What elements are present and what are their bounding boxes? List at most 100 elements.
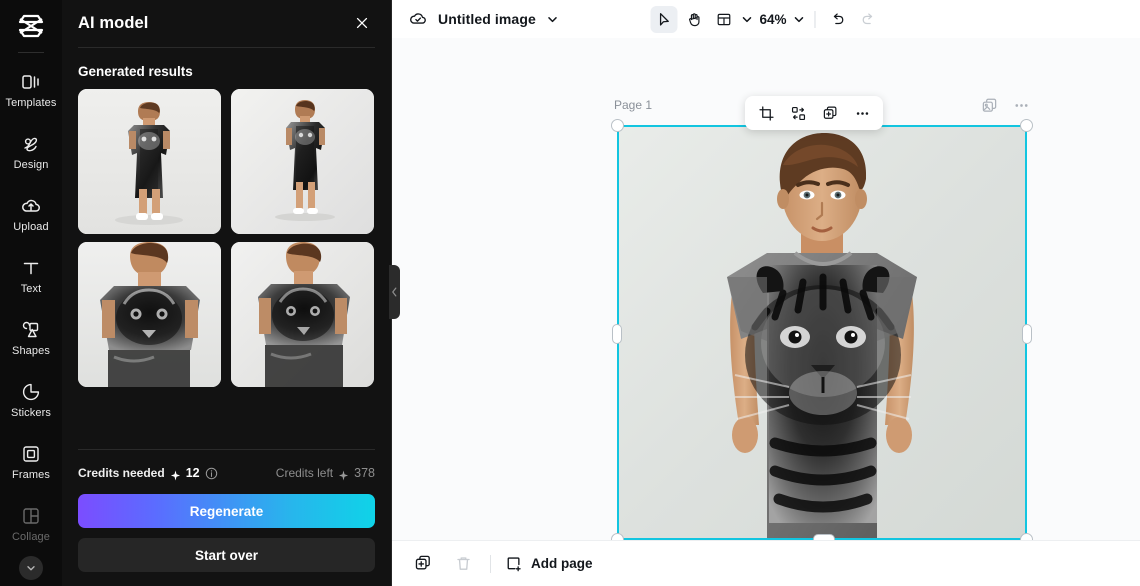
chevron-down-icon — [742, 16, 752, 22]
image-more-button[interactable] — [847, 99, 877, 127]
sidebar-item-upload[interactable]: Upload — [0, 183, 62, 245]
resize-handle-bottom[interactable] — [813, 534, 835, 540]
add-page-icon — [507, 556, 521, 571]
sidebar-label: Shapes — [12, 345, 50, 357]
left-sidebar: Templates Design Upload Text Shapes Stic… — [0, 0, 62, 586]
document-title[interactable]: Untitled image — [438, 11, 536, 27]
chevron-left-icon — [392, 287, 397, 297]
panel-title: AI model — [78, 13, 149, 32]
result-thumbnail[interactable] — [230, 89, 374, 234]
result-thumbnail[interactable] — [230, 242, 374, 387]
sidebar-label: Templates — [5, 97, 57, 109]
frames-icon — [20, 443, 42, 465]
result-thumbnail[interactable] — [78, 89, 221, 234]
collage-icon — [20, 505, 42, 527]
select-tool-button[interactable] — [650, 5, 678, 33]
sparkle-icon — [170, 468, 181, 481]
page-actions — [980, 96, 1030, 114]
regenerate-button[interactable]: Regenerate — [78, 494, 375, 528]
layout-dropdown-button[interactable] — [740, 13, 753, 26]
duplicate-icon — [823, 106, 836, 119]
panel-header: AI model — [62, 4, 391, 42]
chevron-down-icon — [27, 566, 35, 571]
panel-body: Generated results — [62, 48, 391, 435]
add-page-button[interactable]: Add page — [505, 555, 593, 573]
resize-handle-bottom-left[interactable] — [611, 533, 624, 540]
capcut-logo-icon[interactable] — [11, 10, 51, 44]
chevron-down-icon — [794, 16, 804, 22]
duplicate-page-icon — [415, 555, 430, 570]
credits-needed-value: 12 — [185, 466, 200, 480]
ai-model-panel: AI model Generated results Credits neede… — [62, 0, 400, 586]
canvas-area[interactable]: Page 1 — [392, 38, 1140, 540]
result-thumbnail[interactable] — [78, 242, 221, 387]
undo-button[interactable] — [825, 6, 852, 33]
layout-tool-button[interactable] — [710, 6, 737, 33]
redo-button[interactable] — [855, 6, 882, 33]
sidebar-label: Text — [20, 283, 42, 295]
cursor-select-icon — [659, 12, 669, 26]
layout-grid-icon — [717, 13, 731, 25]
document-group: Untitled image — [408, 9, 559, 29]
panel-collapse-tab[interactable] — [389, 265, 400, 319]
document-menu-button[interactable] — [546, 13, 559, 26]
image-float-toolbar — [745, 96, 883, 130]
sidebar-label: Design — [13, 159, 49, 171]
credits-needed-label: Credits needed — [78, 466, 165, 480]
resize-handle-top-left[interactable] — [611, 119, 624, 132]
credits-left-value: 378 — [354, 466, 375, 480]
duplicate-page-icon[interactable] — [980, 96, 998, 114]
sidebar-divider — [18, 52, 44, 53]
swap-replace-icon — [791, 106, 805, 120]
footer-divider — [78, 449, 375, 450]
crop-button[interactable] — [751, 99, 781, 127]
stickers-icon — [20, 381, 42, 403]
more-horizontal-icon — [1014, 103, 1028, 107]
replace-image-button[interactable] — [783, 99, 813, 127]
delete-page-button[interactable] — [450, 551, 476, 577]
redo-icon — [862, 12, 873, 24]
resize-handle-right[interactable] — [1022, 324, 1032, 344]
trash-icon — [456, 557, 470, 570]
sidebar-item-collage[interactable]: Collage — [0, 493, 62, 555]
sidebar-item-frames[interactable]: Frames — [0, 431, 62, 493]
hand-tool-button[interactable] — [680, 6, 707, 33]
top-toolbar: Untitled image 64% — [392, 0, 1140, 38]
generated-results-title: Generated results — [78, 64, 193, 79]
sidebar-item-stickers[interactable]: Stickers — [0, 369, 62, 431]
credits-left-group: Credits left 378 — [275, 466, 375, 481]
resize-handle-bottom-right[interactable] — [1020, 533, 1033, 540]
duplicate-button[interactable] — [815, 99, 845, 127]
start-over-button[interactable]: Start over — [78, 538, 375, 572]
sidebar-label: Collage — [11, 531, 50, 543]
canvas-tools: 64% — [650, 5, 882, 33]
bottom-divider — [490, 554, 491, 573]
resize-handle-top-right[interactable] — [1020, 119, 1033, 132]
more-horizontal-icon — [856, 111, 868, 115]
resize-handle-left[interactable] — [612, 324, 622, 344]
sidebar-item-text[interactable]: Text — [0, 245, 62, 307]
sidebar-item-shapes[interactable]: Shapes — [0, 307, 62, 369]
undo-icon — [833, 12, 844, 24]
app-root: Templates Design Upload Text Shapes Stic… — [0, 0, 1140, 586]
shapes-icon — [20, 319, 42, 341]
close-button[interactable] — [349, 10, 375, 36]
design-icon — [20, 133, 42, 155]
sidebar-item-templates[interactable]: Templates — [0, 59, 62, 121]
add-page-label: Add page — [531, 556, 593, 571]
credits-row: Credits needed 12 Credits left 378 — [78, 464, 375, 482]
info-icon[interactable] — [205, 467, 218, 480]
hand-pan-icon — [689, 12, 700, 26]
zoom-dropdown-button[interactable] — [793, 13, 806, 26]
panel-footer: Credits needed 12 Credits left 378 Regen… — [62, 435, 391, 586]
duplicate-page-button[interactable] — [410, 551, 436, 577]
sidebar-item-design[interactable]: Design — [0, 121, 62, 183]
page-more-button[interactable] — [1012, 96, 1030, 114]
sidebar-collapse-button[interactable] — [19, 556, 43, 580]
artboard-image[interactable] — [617, 125, 1027, 540]
zoom-level[interactable]: 64% — [756, 12, 789, 27]
credits-left-label: Credits left — [275, 466, 334, 480]
upload-cloud-icon — [20, 195, 42, 217]
sparkle-icon — [338, 468, 349, 481]
generated-results-grid — [78, 89, 375, 387]
